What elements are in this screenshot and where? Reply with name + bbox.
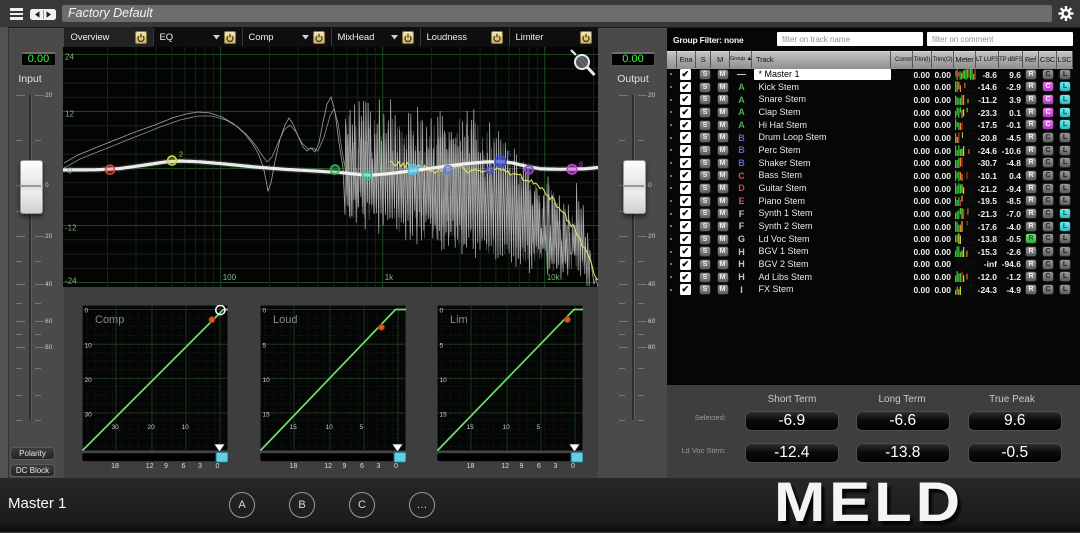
svg-text:5: 5	[263, 342, 267, 349]
svg-text:24: 24	[65, 53, 74, 62]
svg-text:15: 15	[467, 424, 475, 431]
svg-text:0: 0	[263, 307, 267, 314]
svg-text:15: 15	[290, 424, 298, 431]
svg-text:100: 100	[223, 273, 237, 282]
svg-text:3: 3	[342, 162, 346, 169]
svg-text:15: 15	[263, 411, 271, 418]
svg-text:12: 12	[65, 110, 74, 119]
svg-text:5: 5	[440, 342, 444, 349]
svg-text:30: 30	[84, 411, 92, 418]
svg-text:2: 2	[179, 152, 183, 159]
svg-text:10: 10	[263, 377, 271, 384]
svg-text:5: 5	[360, 424, 364, 431]
svg-text:4: 4	[419, 161, 423, 168]
svg-text:Loud: Loud	[273, 314, 297, 326]
svg-text:1k: 1k	[385, 273, 394, 282]
svg-text:-24: -24	[65, 277, 77, 286]
svg-text:5: 5	[537, 424, 541, 431]
svg-text:15: 15	[440, 411, 448, 418]
svg-text:20: 20	[147, 424, 155, 431]
svg-text:20: 20	[84, 377, 92, 384]
svg-text:5: 5	[508, 152, 512, 159]
svg-text:10: 10	[503, 424, 511, 431]
svg-text:30: 30	[111, 424, 119, 431]
svg-text:0: 0	[84, 307, 88, 314]
svg-text:10: 10	[440, 377, 448, 384]
svg-text:10k: 10k	[547, 273, 561, 282]
svg-text:10: 10	[181, 424, 189, 431]
svg-text:Lim: Lim	[450, 314, 468, 326]
svg-text:0: 0	[440, 307, 444, 314]
svg-text:Comp: Comp	[95, 314, 124, 326]
svg-text:-0: -0	[65, 167, 73, 176]
svg-text:10: 10	[84, 342, 92, 349]
svg-text:6: 6	[579, 161, 583, 168]
svg-text:10: 10	[326, 424, 334, 431]
svg-text:-12: -12	[65, 224, 77, 233]
